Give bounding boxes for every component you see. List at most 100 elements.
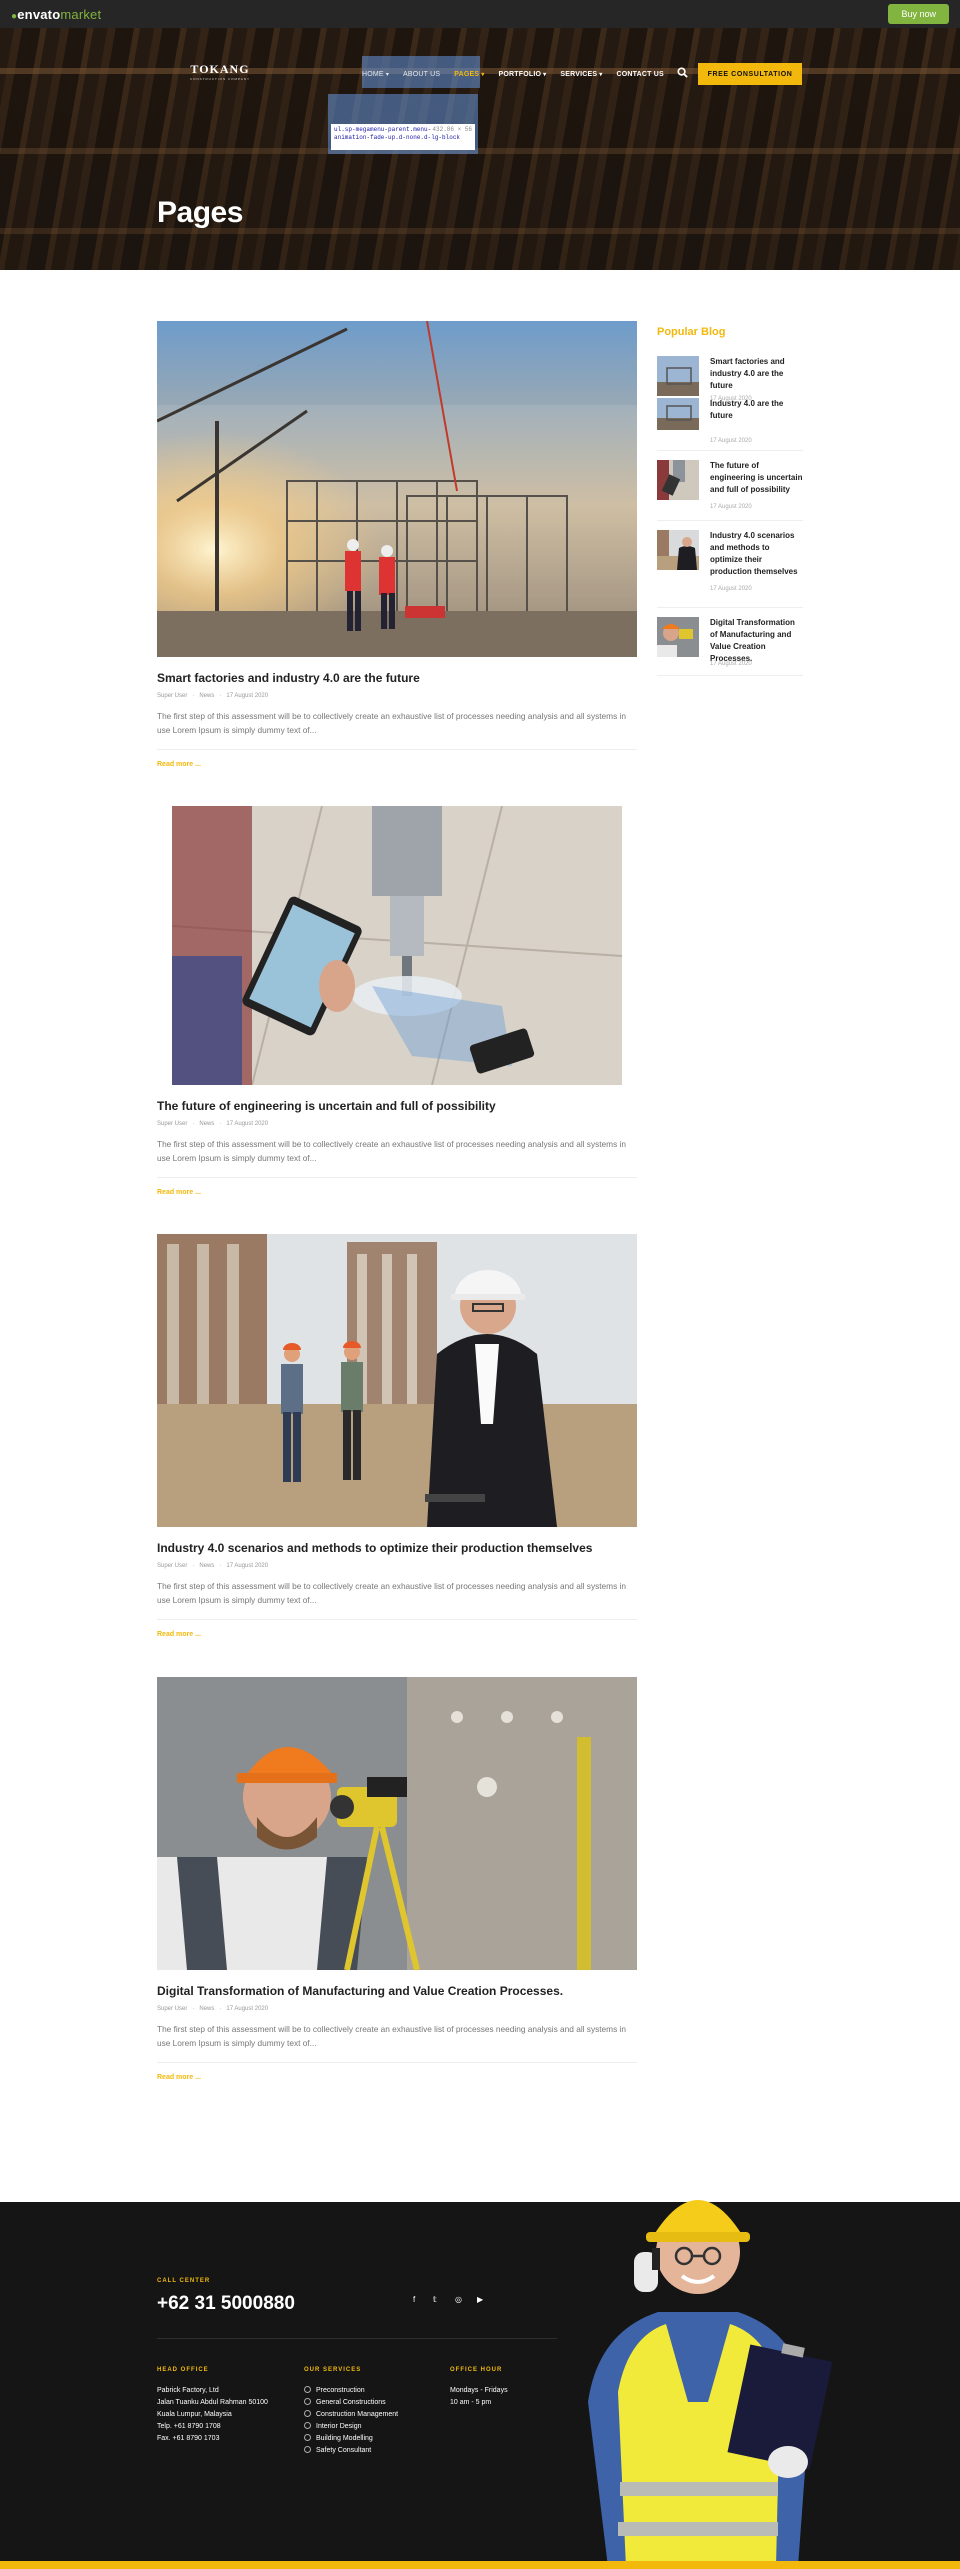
read-more-link[interactable]: Read more ... <box>157 1631 201 1638</box>
read-more-link[interactable]: Read more ... <box>157 1189 201 1196</box>
chevron-down-icon: ▾ <box>599 71 603 78</box>
hours-line: Mondays - Fridays <box>450 2387 508 2394</box>
buy-now-button[interactable]: Buy now <box>888 4 949 24</box>
service-link[interactable]: Interior Design <box>304 2421 398 2433</box>
chevron-down-icon: ▾ <box>481 71 485 78</box>
chevron-down-icon: ▾ <box>385 71 390 78</box>
post-image-engineers-site[interactable] <box>157 1234 637 1527</box>
read-more-link[interactable]: Read more ... <box>157 761 201 768</box>
facebook-icon[interactable]: f <box>413 2295 415 2304</box>
post-excerpt: The first step of this assessment will b… <box>157 2024 626 2048</box>
service-label: Safety Consultant <box>316 2447 372 2454</box>
search-icon[interactable] <box>677 67 688 78</box>
post-title[interactable]: Smart factories and industry 4.0 are the… <box>157 671 637 685</box>
popular-thumb[interactable] <box>657 460 699 500</box>
popular-thumb[interactable] <box>657 356 699 396</box>
inspector-tooltip: 432.86 × 56 ul.sp-megamenu-parent.menu-an… <box>331 124 475 150</box>
nav-item-pages[interactable]: PAGES ▾ <box>454 71 484 78</box>
column-title: OUR SERVICES <box>304 2367 362 2373</box>
post-image-factory-crane[interactable] <box>157 321 637 657</box>
post-author[interactable]: Super User <box>157 2006 187 2012</box>
post-category[interactable]: News <box>199 2006 214 2012</box>
service-label: Interior Design <box>316 2423 362 2430</box>
meta-separator: · <box>192 1121 195 1127</box>
post-excerpt: The first step of this assessment will b… <box>157 1139 626 1163</box>
nav-item-home[interactable]: HOME ▾ <box>362 71 389 78</box>
blog-post: Industry 4.0 scenarios and methods to op… <box>157 1234 637 1641</box>
read-more-link[interactable]: Read more ... <box>157 2074 201 2081</box>
nav-item-contact[interactable]: CONTACT US <box>616 71 663 78</box>
site-header: TOKANG CONSTRUCTION COMPANY HOME ▾ ABOUT … <box>0 56 960 90</box>
hero-decor <box>0 228 960 234</box>
call-center-phone[interactable]: +62 31 5000880 <box>157 2293 295 2315</box>
blog-main: Smart factories and industry 4.0 are the… <box>0 270 960 2202</box>
circle-bullet-icon <box>304 2410 311 2417</box>
nav-item-about[interactable]: ABOUT US <box>403 71 440 78</box>
meta-separator: · <box>192 1563 195 1569</box>
blog-post: Digital Transformation of Manufacturing … <box>157 1677 637 2084</box>
nav-label: PORTFOLIO <box>498 70 542 78</box>
popular-thumb[interactable] <box>657 617 699 657</box>
post-category[interactable]: News <box>199 1121 214 1127</box>
post-title[interactable]: Digital Transformation of Manufacturing … <box>157 1984 637 1998</box>
post-divider <box>157 749 637 750</box>
instagram-icon[interactable]: ◎ <box>455 2295 462 2304</box>
meta-separator: · <box>219 693 222 699</box>
service-label: Preconstruction <box>316 2387 365 2394</box>
main-nav: HOME ▾ ABOUT US PAGES ▾ PORTFOLIO ▾ SERVICE… <box>362 56 678 90</box>
office-phone[interactable]: Telp. +61 8790 1708 <box>157 2421 268 2433</box>
post-category[interactable]: News <box>199 1563 214 1569</box>
service-label: General Constructions <box>316 2399 386 2406</box>
post-title[interactable]: Industry 4.0 scenarios and methods to op… <box>157 1541 637 1555</box>
envato-market-logo[interactable]: ●envatomarket <box>11 7 101 22</box>
post-image-engineering-tablet[interactable] <box>157 806 637 1085</box>
nav-item-services[interactable]: SERVICES ▾ <box>560 71 602 78</box>
post-title[interactable]: The future of engineering is uncertain a… <box>157 1099 637 1113</box>
post-image-surveyor[interactable] <box>157 1677 637 1970</box>
chevron-down-icon: ▾ <box>543 71 547 78</box>
service-link[interactable]: General Constructions <box>304 2397 398 2409</box>
office-line: Pabrick Factory, Ltd <box>157 2387 219 2394</box>
sidebar-title: Popular Blog <box>657 326 726 338</box>
blog-post: The future of engineering is uncertain a… <box>157 806 637 1199</box>
post-author[interactable]: Super User <box>157 1121 187 1127</box>
popular-blog-sidebar: Popular Blog Smart factories and industr… <box>657 326 803 676</box>
service-link[interactable]: Safety Consultant <box>304 2445 398 2457</box>
popular-item-date: 17 August 2020 <box>710 661 752 667</box>
site-logo[interactable]: TOKANG CONSTRUCTION COMPANY <box>190 62 250 81</box>
youtube-icon[interactable]: ▶ <box>477 2295 483 2304</box>
circle-bullet-icon <box>304 2446 311 2453</box>
post-category[interactable]: News <box>199 693 214 699</box>
twitter-icon[interactable]: 𝕥 <box>433 2295 437 2304</box>
footer-divider <box>157 2338 557 2339</box>
hero-decor <box>0 148 960 154</box>
service-link[interactable]: Construction Management <box>304 2409 398 2421</box>
circle-bullet-icon <box>304 2398 311 2405</box>
post-author[interactable]: Super User <box>157 1563 187 1569</box>
post-meta: Super User · News · 17 August 2020 <box>157 2006 637 2012</box>
inspector-tooltip-highlight: 432.86 × 56 ul.sp-megamenu-parent.menu-an… <box>328 94 478 154</box>
popular-thumb[interactable] <box>657 398 699 430</box>
inspector-dims: 432.86 × 56 <box>432 126 472 133</box>
post-date: 17 August 2020 <box>226 693 269 699</box>
nav-label: ABOUT US <box>403 70 441 78</box>
services-column: OUR SERVICES Preconstruction General Con… <box>304 2364 398 2457</box>
popular-thumb[interactable] <box>657 530 699 570</box>
service-link[interactable]: Preconstruction <box>304 2385 398 2397</box>
free-consultation-button[interactable]: FREE CONSULTATION <box>698 63 802 85</box>
post-author[interactable]: Super User <box>157 693 187 699</box>
column-title: OFFICE HOUR <box>450 2367 503 2373</box>
service-link[interactable]: Building Modelling <box>304 2433 398 2445</box>
popular-item-title: Smart factories and industry 4.0 are the… <box>710 357 785 390</box>
office-hour-column: OFFICE HOUR Mondays - Fridays 10 am - 5 … <box>450 2364 508 2409</box>
meta-separator: · <box>219 1563 222 1569</box>
envato-top-bar: ●envatomarket Buy now <box>0 0 960 28</box>
nav-label: HOME <box>362 70 384 78</box>
circle-bullet-icon <box>304 2434 311 2441</box>
popular-divider <box>657 450 803 451</box>
page-hero: TOKANG CONSTRUCTION COMPANY HOME ▾ ABOUT … <box>0 28 960 270</box>
nav-item-portfolio[interactable]: PORTFOLIO ▾ <box>499 71 547 78</box>
meta-separator: · <box>192 2006 195 2012</box>
post-date: 17 August 2020 <box>226 2006 269 2012</box>
post-divider <box>157 2062 637 2063</box>
